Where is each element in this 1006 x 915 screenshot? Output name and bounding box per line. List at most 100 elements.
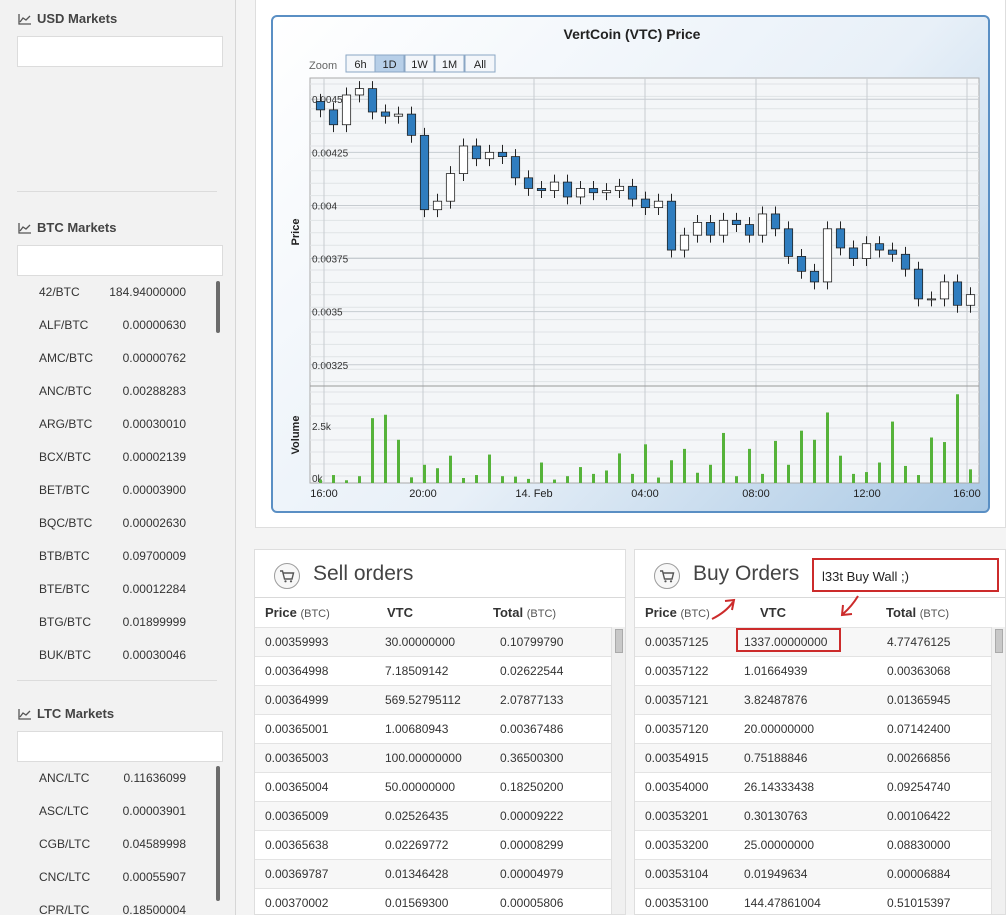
order-price: 0.00354000	[645, 780, 709, 794]
order-row[interactable]: 0.00357120 20.00000000 0.07142400	[635, 714, 991, 743]
price-candle	[367, 88, 378, 113]
market-row[interactable]: ARG/BTC 0.00030010	[0, 408, 230, 441]
price-candle	[406, 113, 417, 136]
sell-orders-scrollbar[interactable]	[611, 627, 625, 914]
price-tick-label: 0.00325	[312, 361, 349, 372]
ltc-markets-search-input[interactable]	[17, 731, 223, 762]
market-row[interactable]: AMC/BTC 0.00000762	[0, 342, 230, 375]
price-chart[interactable]: VertCoin (VTC) Price Zoom 6h 1D 1W 1M All 0.004…	[273, 17, 990, 513]
market-row[interactable]: BCX/BTC 0.00002139	[0, 441, 230, 474]
btc-markets-scrollbar[interactable]	[216, 281, 220, 333]
volume-bar	[579, 467, 582, 483]
order-vtc: 0.30130763	[744, 809, 808, 823]
sell-orders-table: 0.00359993 30.00000000 0.10799790 0.0036499…	[255, 627, 611, 914]
usd-markets-title: USD Markets	[37, 11, 118, 26]
market-row[interactable]: BQC/BTC 0.00002630	[0, 507, 230, 540]
ltc-markets-header[interactable]: LTC Markets	[18, 706, 114, 721]
market-row[interactable]: BTG/BTC 0.01899999	[0, 606, 230, 639]
order-row[interactable]: 0.00369787 0.01346428 0.00004979	[255, 859, 611, 888]
market-pair: BET/BTC	[39, 483, 90, 497]
scroll-thumb[interactable]	[615, 629, 623, 653]
price-candle	[614, 185, 625, 191]
order-row[interactable]: 0.00359993 30.00000000 0.10799790	[255, 627, 611, 656]
order-vtc: 26.14333438	[744, 780, 815, 794]
market-row[interactable]: CNC/LTC 0.00055907	[0, 861, 230, 894]
market-row[interactable]: CGB/LTC 0.04589998	[0, 828, 230, 861]
order-row[interactable]: 0.00365004 50.00000000 0.18250200	[255, 772, 611, 801]
buy-orders-scrollbar[interactable]	[991, 627, 1005, 914]
market-row[interactable]: BET/BTC 0.00003900	[0, 474, 230, 507]
usd-markets-header[interactable]: USD Markets	[18, 11, 117, 26]
order-row[interactable]: 0.00365638 0.02269772 0.00008299	[255, 830, 611, 859]
sell-col-total[interactable]: Total (BTC)	[493, 605, 556, 620]
volume-bar	[904, 465, 907, 483]
price-candle	[913, 268, 924, 300]
market-row[interactable]: BTB/BTC 0.09700009	[0, 540, 230, 573]
market-row[interactable]: BUK/BTC 0.00030046	[0, 639, 230, 672]
order-total: 0.01365945	[887, 693, 951, 707]
volume-bar	[397, 439, 400, 483]
order-total: 0.18250200	[500, 780, 564, 794]
volume-tick-label: 0k	[312, 474, 324, 485]
price-candle	[952, 281, 963, 306]
sell-col-price[interactable]: Price (BTC)	[265, 605, 330, 620]
market-row[interactable]: ALF/BTC 0.00000630	[0, 309, 230, 342]
volume-bar	[787, 464, 790, 483]
order-row[interactable]: 0.00365003 100.00000000 0.36500300	[255, 743, 611, 772]
order-row[interactable]: 0.00353104 0.01949634 0.00006884	[635, 859, 991, 888]
market-row[interactable]: 42/BTC 184.94000000	[0, 276, 230, 309]
order-row[interactable]: 0.00357122 1.01664939 0.00363068	[635, 656, 991, 685]
market-row[interactable]: ANC/BTC 0.00288283	[0, 375, 230, 408]
scroll-thumb[interactable]	[995, 629, 1003, 653]
market-row[interactable]: ANC/LTC 0.11636099	[0, 762, 230, 795]
ltc-markets-list: ANC/LTC 0.11636099 ASC/LTC 0.00003901 CGB/LT…	[0, 762, 230, 915]
order-row[interactable]: 0.00364999 569.52795112 2.07877133	[255, 685, 611, 714]
btc-markets-header[interactable]: BTC Markets	[18, 220, 116, 235]
price-candle	[341, 94, 352, 126]
order-row[interactable]: 0.00353200 25.00000000 0.08830000	[635, 830, 991, 859]
buy-col-price[interactable]: Price (BTC)	[645, 605, 710, 620]
volume-bar	[956, 394, 959, 483]
order-total: 0.08830000	[887, 838, 951, 852]
btc-markets-list: 42/BTC 184.94000000 ALF/BTC 0.00000630 AMC/B…	[0, 276, 230, 672]
volume-bar	[410, 477, 413, 483]
price-candle	[848, 247, 859, 259]
volume-bar	[969, 469, 972, 483]
market-price: 0.09700009	[122, 549, 186, 563]
order-row[interactable]: 0.00364998 7.18509142 0.02622544	[255, 656, 611, 685]
buy-col-vtc[interactable]: VTC	[760, 605, 786, 620]
ltc-markets-scrollbar[interactable]	[216, 766, 220, 901]
order-row[interactable]: 0.00353100 144.47861004 0.51015397	[635, 888, 991, 914]
market-price: 0.00030010	[122, 417, 186, 431]
order-row[interactable]: 0.00365001 1.00680943 0.00367486	[255, 714, 611, 743]
volume-bar	[462, 477, 465, 483]
market-price: 0.00000762	[122, 351, 186, 365]
market-row[interactable]: ASC/LTC 0.00003901	[0, 795, 230, 828]
order-row[interactable]: 0.00357121 3.82487876 0.01365945	[635, 685, 991, 714]
volume-bar	[930, 437, 933, 483]
order-row[interactable]: 0.00354915 0.75188846 0.00266856	[635, 743, 991, 772]
price-candle	[380, 111, 391, 117]
btc-markets-title: BTC Markets	[37, 220, 117, 235]
order-total: 0.00008299	[500, 838, 564, 852]
order-row[interactable]: 0.00353201 0.30130763 0.00106422	[635, 801, 991, 830]
chart-container: VertCoin (VTC) Price Zoom 6h 1D 1W 1M All 0.004…	[255, 0, 1006, 528]
order-vtc: 0.01346428	[385, 867, 449, 881]
order-row[interactable]: 0.00354000 26.14333438 0.09254740	[635, 772, 991, 801]
volume-bar	[449, 455, 452, 483]
market-row[interactable]: BTE/BTC 0.00012284	[0, 573, 230, 606]
price-candle	[354, 88, 365, 96]
market-row[interactable]: CPR/LTC 0.18500004	[0, 894, 230, 915]
order-total: 0.36500300	[500, 751, 564, 765]
price-candle	[692, 222, 703, 236]
buy-col-total[interactable]: Total (BTC)	[886, 605, 949, 620]
btc-markets-search-input[interactable]	[17, 245, 223, 276]
volume-bar	[540, 462, 543, 483]
sell-col-vtc[interactable]: VTC	[387, 605, 413, 620]
order-row[interactable]: 0.00365009 0.02526435 0.00009222	[255, 801, 611, 830]
price-candle	[419, 134, 430, 211]
buy-orders-table: 0.00357125 1337.00000000 4.77476125 0.00357…	[635, 627, 991, 914]
usd-markets-search-input[interactable]	[17, 36, 223, 67]
order-row[interactable]: 0.00370002 0.01569300 0.00005806	[255, 888, 611, 914]
order-total: 0.07142400	[887, 722, 951, 736]
